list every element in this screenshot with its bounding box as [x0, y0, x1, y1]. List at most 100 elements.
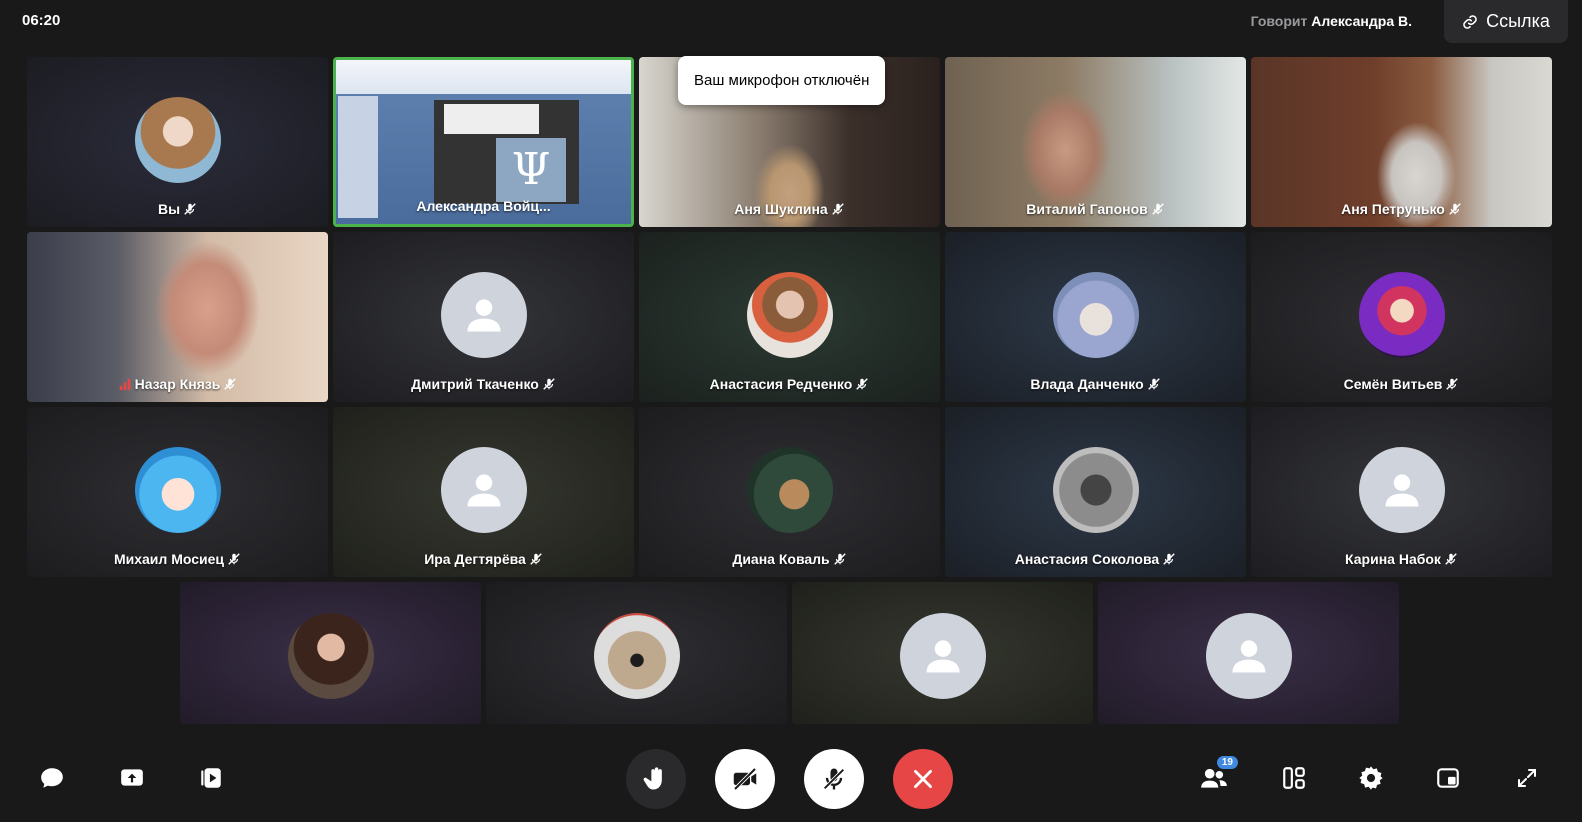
participant-name: Назар Князь [134, 376, 221, 392]
participant-name-row: Михаил Мосиец [27, 551, 328, 567]
participant-tile[interactable] [792, 582, 1093, 724]
microphone-toggle-button[interactable] [804, 749, 864, 809]
participant-tile[interactable]: Анастасия Соколова [945, 407, 1246, 577]
mic-off-icon [530, 553, 542, 565]
participant-avatar [134, 447, 221, 533]
layout-button[interactable] [1278, 762, 1310, 794]
mic-off-icon [1163, 553, 1175, 565]
participant-avatar [746, 447, 833, 533]
participant-tile[interactable]: Виталий Гапонов [945, 57, 1246, 227]
broadcast-button[interactable] [195, 762, 227, 794]
screen-share-slide: Ψ [434, 100, 579, 204]
participant-tile[interactable]: Семён Витьев [1251, 232, 1552, 402]
psi-logo: Ψ [496, 138, 566, 202]
screen-share-toolbar [336, 60, 631, 94]
mic-off-icon [856, 378, 869, 390]
mic-off-icon [184, 203, 196, 215]
participant-name-row: Аня Петрунько [1251, 201, 1552, 217]
participant-tile[interactable]: Аня Петрунько [1251, 57, 1552, 227]
speaking-prefix: Говорит [1250, 13, 1308, 29]
participant-tile[interactable] [180, 582, 481, 724]
pip-icon [1437, 768, 1459, 788]
participant-avatar [1052, 272, 1139, 358]
mic-off-icon [224, 378, 237, 390]
settings-button[interactable] [1355, 762, 1387, 794]
participant-name-row: Назар Князь [27, 376, 328, 392]
default-avatar [440, 272, 527, 358]
participant-tile-active[interactable]: Ψ Александра Войц... [333, 57, 634, 227]
participant-name: Аня Петрунько [1341, 201, 1445, 217]
participant-tile[interactable]: Назар Князь [27, 232, 328, 402]
mic-off-icon [228, 553, 240, 565]
mic-off-icon [1147, 378, 1160, 390]
chat-button[interactable] [36, 762, 68, 794]
user-icon [1385, 474, 1418, 507]
participant-name-row: Виталий Гапонов [945, 201, 1246, 217]
gear-icon [1359, 766, 1383, 790]
fullscreen-button[interactable] [1511, 762, 1543, 794]
expand-icon [1518, 769, 1536, 787]
mic-off-icon [833, 553, 846, 565]
participants-count-badge: 19 [1214, 754, 1240, 771]
raise-hand-button[interactable] [626, 749, 686, 809]
mic-off-icon [1445, 553, 1457, 565]
participant-name-row: Анастасия Редченко [639, 376, 940, 392]
participant-tile[interactable]: Диана Коваль [639, 407, 940, 577]
share-screen-button[interactable] [116, 762, 148, 794]
participant-name-row: Ира Дегтярёва [333, 551, 634, 567]
participant-name: Михаил Мосиец [113, 551, 225, 567]
participant-avatar [1052, 447, 1139, 533]
participant-tile[interactable]: Дмитрий Ткаченко [333, 232, 634, 402]
participant-tile[interactable] [486, 582, 787, 724]
default-avatar [1205, 613, 1292, 699]
hand-icon [643, 767, 662, 790]
participant-name-row: Александра Войц... [336, 198, 631, 214]
participant-tile[interactable]: Влада Данченко [945, 232, 1246, 402]
participant-tile[interactable]: Михаил Мосиец [27, 407, 328, 577]
speaking-indicator: Говорит Александра В. [1251, 13, 1412, 29]
participant-avatar [593, 613, 680, 699]
participant-name-row: Диана Коваль [639, 551, 940, 567]
participant-name: Диана Коваль [732, 551, 830, 567]
copy-link-label: Ссылка [1486, 11, 1550, 31]
participant-name-row: Аня Шуклина [639, 201, 940, 217]
camera-off-icon [733, 767, 757, 791]
user-icon [467, 299, 500, 332]
participant-tile[interactable]: Карина Набок [1251, 407, 1552, 577]
video-call-app: 06:20 Говорит Александра В. Ссылка Ваш м… [0, 0, 1582, 822]
participant-name-row: Семён Витьев [1251, 376, 1552, 392]
user-icon [926, 640, 959, 673]
participants-button[interactable]: 19 [1198, 754, 1240, 794]
participant-name: Карина Набок [1345, 551, 1441, 567]
copy-link-button[interactable]: Ссылка [1444, 0, 1568, 43]
mic-off-icon [1152, 203, 1164, 215]
user-icon [1232, 640, 1265, 673]
participant-name-row: Влада Данченко [945, 376, 1246, 392]
mic-muted-toast: Ваш микрофон отключён [678, 56, 886, 105]
participant-tile[interactable]: Анастасия Редченко [639, 232, 940, 402]
chat-icon [41, 768, 63, 788]
participant-name: Влада Данченко [1030, 376, 1144, 392]
default-avatar [899, 613, 986, 699]
participant-name-row: Вы [27, 201, 328, 217]
play-screen-icon [201, 768, 221, 788]
participant-name: Вы [157, 201, 181, 217]
grid-layout-icon [1283, 767, 1305, 789]
participant-tile[interactable]: Вы [27, 57, 328, 227]
participant-name: Ира Дегтярёва [424, 551, 526, 567]
link-icon [1463, 14, 1477, 29]
close-icon [914, 770, 932, 788]
participant-tile[interactable] [1098, 582, 1399, 724]
speaking-name: Александра В. [1311, 13, 1412, 29]
participant-name-row: Анастасия Соколова [945, 551, 1246, 567]
signal-bars-icon [119, 378, 130, 391]
participant-name-row: Карина Набок [1251, 551, 1552, 567]
participant-name: Александра Войц... [416, 198, 551, 214]
end-call-button[interactable] [893, 749, 953, 809]
participant-avatar [287, 613, 374, 699]
camera-toggle-button[interactable] [715, 749, 775, 809]
participant-tile[interactable]: Ира Дегтярёва [333, 407, 634, 577]
picture-in-picture-button[interactable] [1432, 762, 1464, 794]
default-avatar [1358, 447, 1445, 533]
participant-name: Анастасия Соколова [1014, 551, 1160, 567]
